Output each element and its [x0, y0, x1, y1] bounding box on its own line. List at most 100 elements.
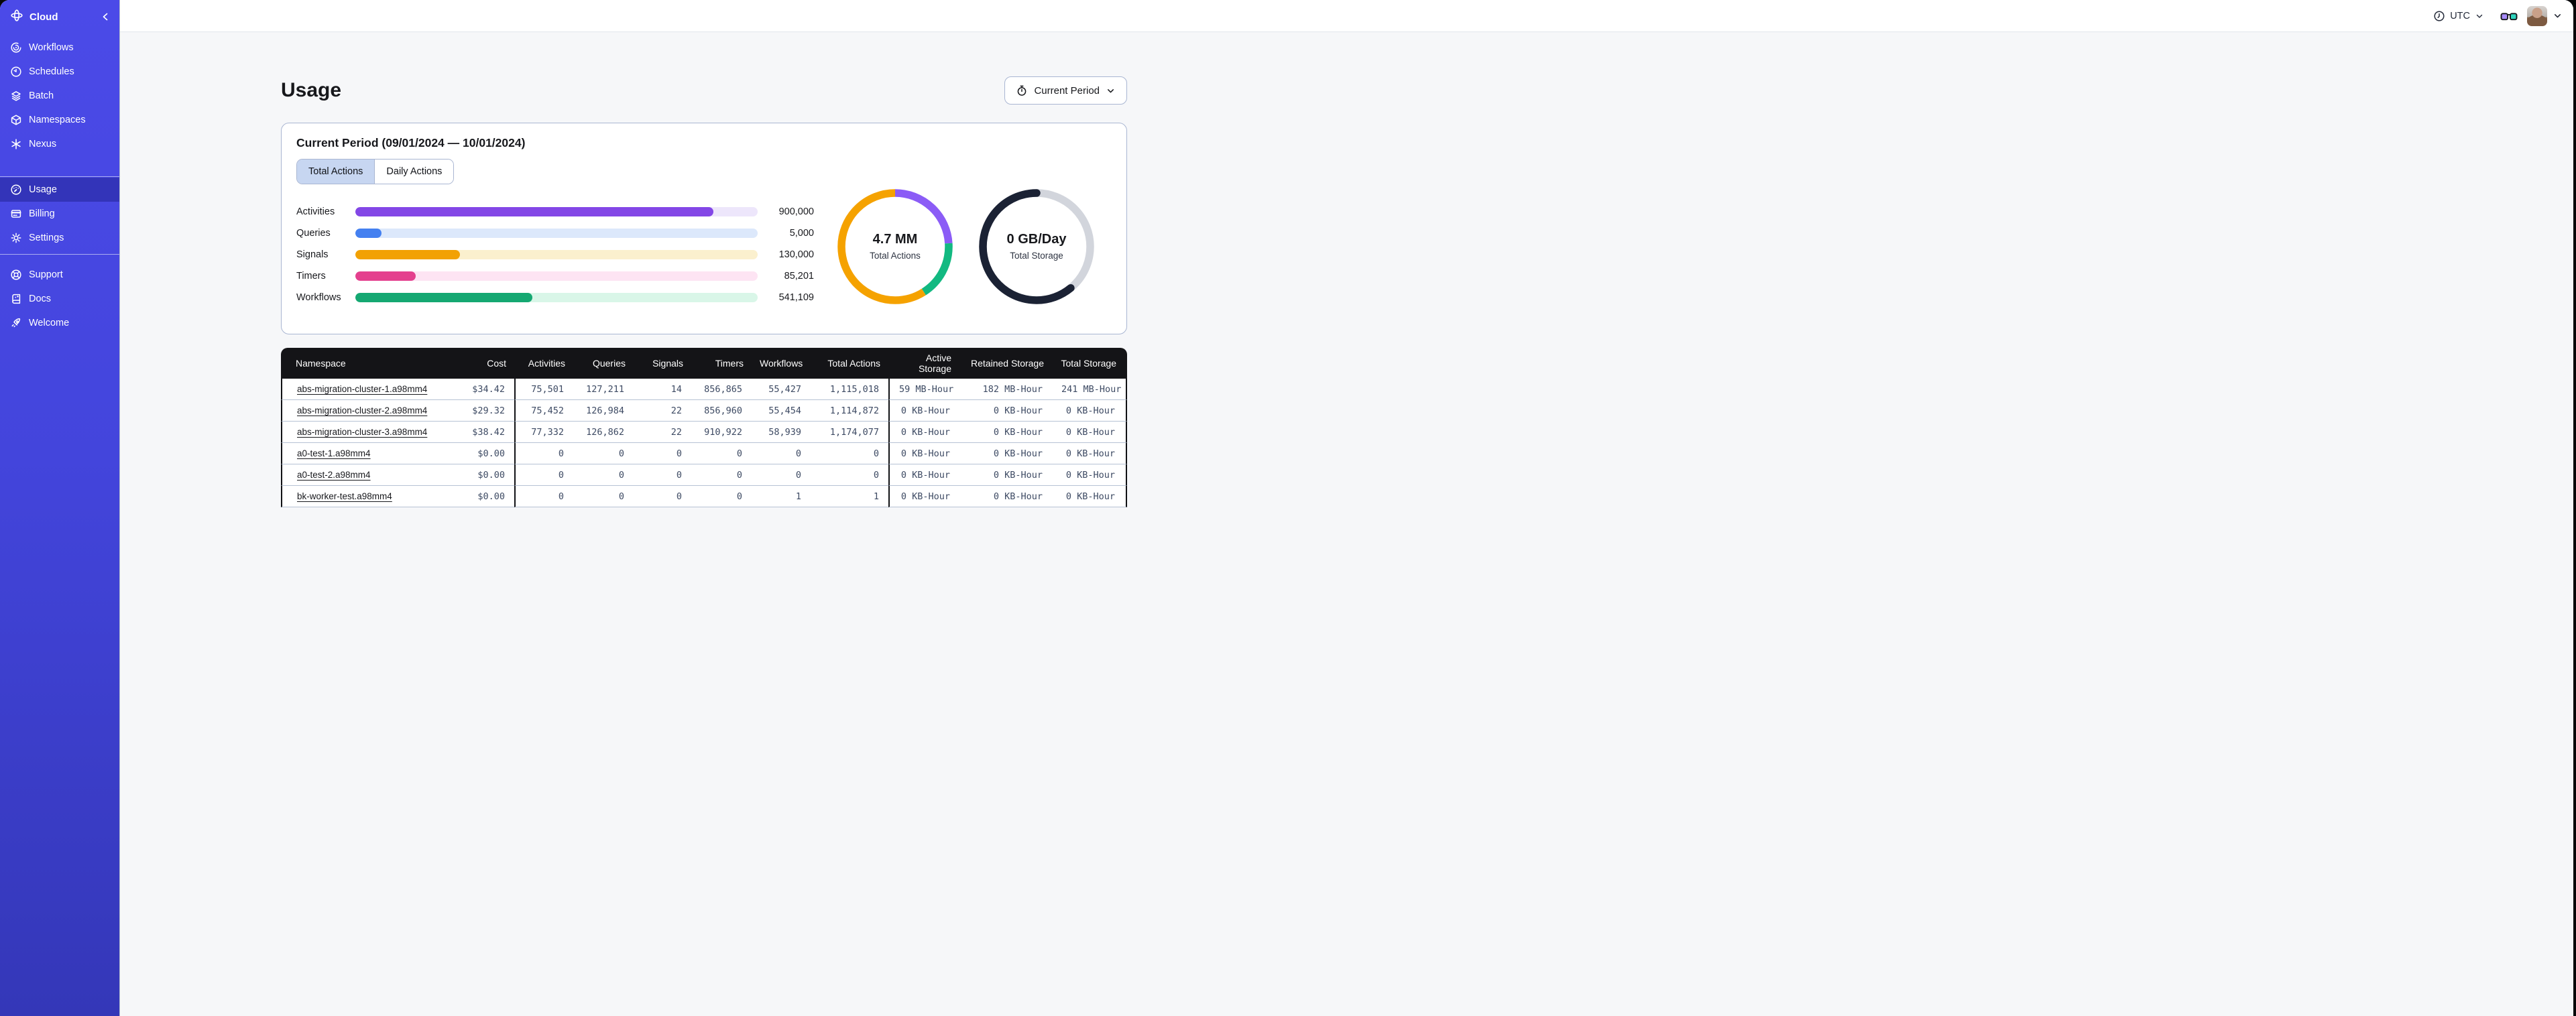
- table-row: bk-worker-test.a98mm4 $0.00 0 0 0 0 1 1 0 KB-Hou…: [281, 486, 1127, 507]
- total-storage-value: 0 GB/Day: [1006, 232, 1067, 247]
- glasses-icon: [2500, 12, 2518, 20]
- table-cell: 0: [691, 486, 752, 507]
- bar-fill: [355, 207, 713, 216]
- usage-charts: Activities 900,000 Queries 5,000 Signals 130,…: [296, 184, 1112, 308]
- timezone-selector[interactable]: UTC: [2433, 10, 2484, 22]
- sidebar-item-label: Batch: [29, 90, 54, 101]
- sidebar-item-usage[interactable]: Usage: [0, 178, 119, 202]
- namespace-usage-table: Namespace Cost Activities Queries Signals Tim…: [281, 348, 1127, 507]
- bar-category-label: Workflows: [296, 292, 341, 303]
- current-period-panel: Current Period (09/01/2024 — 10/01/2024)…: [281, 123, 1127, 334]
- sidebar-item-label: Support: [29, 269, 63, 280]
- column-header-workflows: Workflows: [752, 348, 811, 379]
- labs-glasses-button[interactable]: [2500, 11, 2518, 21]
- sidebar-item-label: Billing: [29, 208, 55, 219]
- table-cell: 0 KB-Hour: [959, 400, 1052, 422]
- namespace-link[interactable]: bk-worker-test.a98mm4: [297, 491, 392, 501]
- sidebar-item-support[interactable]: Support: [0, 263, 119, 287]
- period-dropdown-label: Current Period: [1034, 84, 1100, 97]
- column-header-activities: Activities: [514, 348, 573, 379]
- settings-gear-icon: [10, 232, 22, 244]
- table-cell: 0 KB-Hour: [959, 422, 1052, 443]
- sidebar-item-schedules[interactable]: Schedules: [0, 60, 119, 84]
- sidebar-collapse-button[interactable]: [99, 11, 111, 23]
- sidebar-item-label: Settings: [29, 233, 64, 243]
- namespace-link[interactable]: a0-test-1.a98mm4: [297, 448, 371, 458]
- table-cell: 0 KB-Hour: [1052, 486, 1127, 507]
- sidebar-item-batch[interactable]: Batch: [0, 84, 119, 108]
- table-cell: 0: [573, 443, 634, 464]
- table-cell: 22: [634, 422, 691, 443]
- table-cell: 14: [634, 379, 691, 400]
- table-row: abs-migration-cluster-1.a98mm4 $34.42 75,5…: [281, 379, 1127, 400]
- docs-book-icon: [10, 293, 22, 305]
- namespace-cell: a0-test-1.a98mm4: [281, 443, 447, 464]
- bar-value: 5,000: [789, 228, 814, 239]
- table-cell: 59 MB-Hour: [888, 379, 959, 400]
- sidebar: Cloud Workflows Schedules Batch Namespac…: [0, 0, 120, 1016]
- welcome-rocket-icon: [10, 317, 22, 329]
- column-header-namespace: Namespace: [281, 348, 447, 379]
- sidebar-item-workflows[interactable]: Workflows: [0, 36, 119, 60]
- table-cell: 0 KB-Hour: [888, 400, 959, 422]
- table-row: abs-migration-cluster-3.a98mm4 $38.42 77,3…: [281, 422, 1127, 443]
- actions-view-tabs: Total Actions Daily Actions: [296, 159, 455, 184]
- actions-bar-chart: Activities 900,000 Queries 5,000 Signals 130,…: [296, 201, 814, 308]
- table-cell: 0: [752, 443, 811, 464]
- namespace-cell: bk-worker-test.a98mm4: [281, 486, 447, 507]
- table-cell: 58,939: [752, 422, 811, 443]
- bar-row: Queries 5,000: [296, 223, 814, 244]
- bar-row: Signals 130,000: [296, 244, 814, 265]
- table-cell: 0: [691, 464, 752, 486]
- namespace-link[interactable]: abs-migration-cluster-3.a98mm4: [297, 427, 427, 437]
- period-dropdown-button[interactable]: Current Period: [1004, 76, 1127, 105]
- workflows-icon: [10, 42, 22, 54]
- total-actions-value: 4.7 MM: [872, 232, 918, 247]
- sidebar-item-namespaces[interactable]: Namespaces: [0, 108, 119, 132]
- table-cell: 0: [634, 486, 691, 507]
- table-cell: 0 KB-Hour: [959, 486, 1052, 507]
- table-cell: 55,427: [752, 379, 811, 400]
- bar-row: Activities 900,000: [296, 201, 814, 223]
- chevron-down-icon: [2476, 14, 2483, 18]
- tab-daily-actions[interactable]: Daily Actions: [374, 160, 454, 184]
- chevron-down-icon: [2555, 14, 2561, 18]
- table-cell: 127,211: [573, 379, 634, 400]
- table-cell: 0: [811, 443, 888, 464]
- table-cell: $34.42: [447, 379, 514, 400]
- column-header-total-storage: Total Storage: [1052, 348, 1127, 379]
- sidebar-item-docs[interactable]: Docs: [0, 287, 119, 311]
- support-lifebuoy-icon: [10, 269, 22, 281]
- table-cell: 0: [514, 443, 573, 464]
- table-cell: 0 KB-Hour: [959, 464, 1052, 486]
- column-header-active-storage: Active Storage: [888, 348, 959, 379]
- table-row: a0-test-2.a98mm4 $0.00 0 0 0 0 0 0 0 KB-Hour 0 KB…: [281, 464, 1127, 486]
- sidebar-nav-footer: Support Docs Welcome: [0, 263, 119, 335]
- bar-category-label: Timers: [296, 271, 326, 281]
- chevron-left-icon: [103, 13, 108, 21]
- column-header-timers: Timers: [691, 348, 752, 379]
- sidebar-item-billing[interactable]: Billing: [0, 202, 119, 226]
- namespace-cell: abs-migration-cluster-1.a98mm4: [281, 379, 447, 400]
- sidebar-item-welcome[interactable]: Welcome: [0, 311, 119, 335]
- brand-label: Cloud: [30, 11, 58, 23]
- namespace-link[interactable]: abs-migration-cluster-1.a98mm4: [297, 384, 427, 394]
- sidebar-item-nexus[interactable]: Nexus: [0, 132, 119, 156]
- sidebar-divider: [0, 254, 119, 255]
- bar-category-label: Signals: [296, 249, 329, 260]
- namespace-link[interactable]: abs-migration-cluster-2.a98mm4: [297, 405, 427, 416]
- table-cell: 1,114,872: [811, 400, 888, 422]
- user-avatar[interactable]: [2527, 5, 2547, 26]
- table-cell: 0 KB-Hour: [888, 486, 959, 507]
- tab-total-actions[interactable]: Total Actions: [297, 160, 375, 184]
- table-cell: 0 KB-Hour: [1052, 464, 1127, 486]
- namespace-link[interactable]: a0-test-2.a98mm4: [297, 470, 371, 480]
- sidebar-nav-primary: Workflows Schedules Batch Namespaces Nex…: [0, 36, 119, 156]
- sidebar-item-settings[interactable]: Settings: [0, 226, 119, 250]
- app-window: Cloud Workflows Schedules Batch Namespac…: [0, 0, 2573, 1016]
- table-cell: 126,984: [573, 400, 634, 422]
- content-area: UTC Usage Current Period Current Period …: [120, 0, 2573, 1016]
- table-header-row: Namespace Cost Activities Queries Signals Tim…: [281, 348, 1127, 379]
- bar-fill: [355, 229, 382, 238]
- account-menu-button[interactable]: [2553, 11, 2563, 21]
